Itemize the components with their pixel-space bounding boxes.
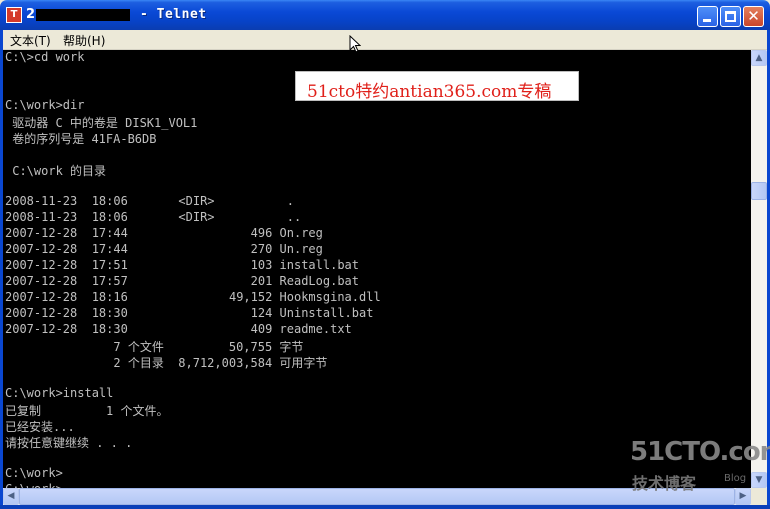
console-line: 请按任意键继续 . . . <box>5 436 133 450</box>
scroll-right-arrow-icon[interactable]: ▶ <box>735 488 751 505</box>
console-line: C:\>cd work <box>5 50 85 64</box>
banner-text: 51cto特约antian365.com专稿 <box>307 82 552 102</box>
menu-item-help[interactable]: 帮助(H) <box>63 32 105 49</box>
console-line: 2007-12-28 17:44 496 On.reg <box>5 226 323 240</box>
window-title: - Telnet <box>140 7 207 22</box>
console-lines: C:\>cd work C:\work>dir 驱动器 C 中的卷是 DISK1_… <box>5 50 381 488</box>
article-banner: 51cto特约antian365.com专稿 <box>295 71 579 102</box>
title-bar[interactable]: T 2 - Telnet ✕ <box>0 0 770 30</box>
site-logo-watermark: 51CTO.com 技术博客 Blog <box>630 437 770 493</box>
console-line: 2007-12-28 17:51 103 install.bat <box>5 258 360 272</box>
maximize-icon <box>725 11 736 22</box>
vertical-scrollbar[interactable]: ▲ ▼ <box>751 50 767 488</box>
console-line: 7 个文件 50,755 字节 <box>5 340 304 354</box>
maximize-button[interactable] <box>720 6 741 27</box>
horizontal-scroll-thumb[interactable] <box>19 488 735 505</box>
window-frame-bottom <box>0 505 770 509</box>
console-line: 2007-12-28 17:57 201 ReadLog.bat <box>5 274 360 288</box>
console-line: 2008-11-23 18:06 <DIR> . <box>5 194 294 208</box>
console-line: 2007-12-28 17:44 270 Un.reg <box>5 242 323 256</box>
console-line: 卷的序列号是 41FA-B6DB <box>5 132 157 146</box>
console-line: 2007-12-28 18:30 409 readme.txt <box>5 322 352 336</box>
scroll-up-arrow-icon[interactable]: ▲ <box>751 50 767 66</box>
console-line: C:\work> <box>5 466 63 480</box>
scroll-left-arrow-icon[interactable]: ◀ <box>3 488 19 505</box>
console-line: C:\work>install <box>5 386 114 400</box>
console-line: 驱动器 C 中的卷是 DISK1_VOL1 <box>5 116 198 130</box>
console-line: 已复制 1 个文件。 <box>5 404 169 418</box>
redacted-host-bar <box>36 9 130 21</box>
vertical-scroll-thumb[interactable] <box>751 182 767 200</box>
console-line: 已经安装... <box>5 420 75 434</box>
console-line: C:\work 的目录 <box>5 164 107 178</box>
menu-item-text[interactable]: 文本(T) <box>10 32 51 49</box>
logo-blog-text: Blog <box>724 473 747 484</box>
logo-main-text: 51CTO.com <box>630 437 770 467</box>
logo-sub-text: 技术博客 <box>632 474 697 493</box>
console-area[interactable]: C:\>cd work C:\work>dir 驱动器 C 中的卷是 DISK1_… <box>3 50 751 488</box>
window-title-prefix: 2 <box>26 7 36 22</box>
close-icon: ✕ <box>747 7 760 25</box>
mouse-pointer-icon <box>349 35 361 53</box>
minimize-icon <box>703 19 711 22</box>
close-button[interactable]: ✕ <box>743 6 764 27</box>
minimize-button[interactable] <box>697 6 718 27</box>
console-line: 2007-12-28 18:30 124 Uninstall.bat <box>5 306 374 320</box>
telnet-app-icon[interactable]: T <box>6 7 22 23</box>
console-line: 2 个目录 8,712,003,584 可用字节 <box>5 356 328 370</box>
console-line: 2008-11-23 18:06 <DIR> .. <box>5 210 302 224</box>
console-line: 2007-12-28 18:16 49,152 Hookmsgina.dll <box>5 290 381 304</box>
scrollbar-corner <box>751 488 767 505</box>
menu-bar: 文本(T) 帮助(H) <box>3 30 767 50</box>
